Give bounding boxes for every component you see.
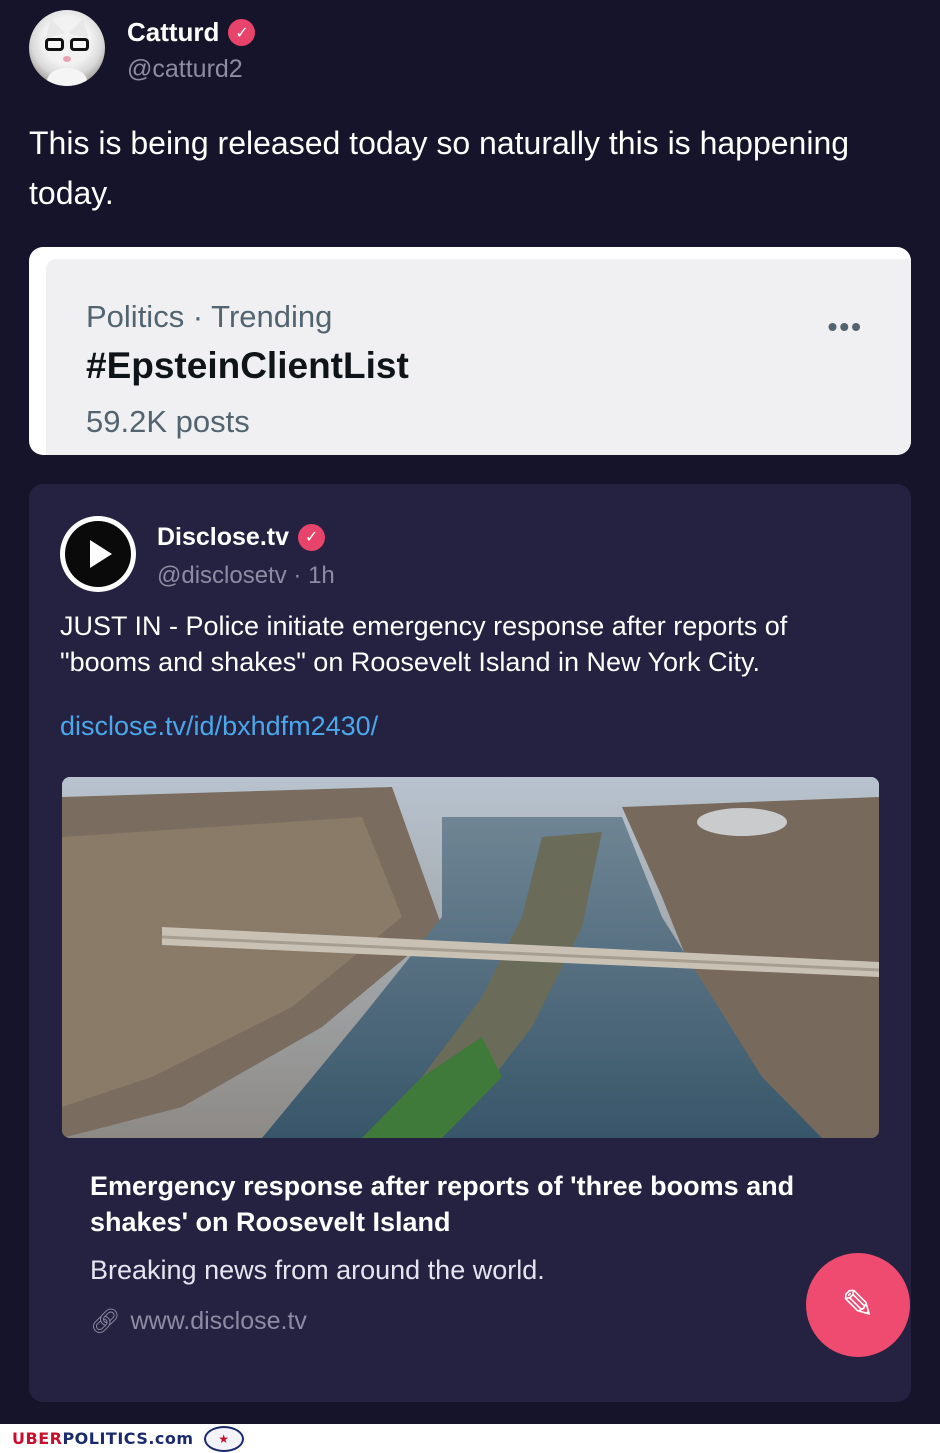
quote-link[interactable]: disclose.tv/id/bxhdfm2430/ bbox=[60, 711, 378, 742]
quote-author-info: Disclose.tv ✓ @disclosetv · 1h bbox=[157, 520, 335, 590]
trend-hashtag[interactable]: #EpsteinClientList bbox=[86, 345, 409, 387]
link-chain-icon: 🔗︎ bbox=[90, 1308, 121, 1335]
watermark-footer: UBERPOLITICS.com ★ bbox=[0, 1424, 940, 1453]
quote-author-avatar[interactable] bbox=[60, 516, 136, 592]
verified-check-icon: ✓ bbox=[298, 523, 326, 551]
link-card-domain[interactable]: 🔗︎ www.disclose.tv bbox=[90, 1307, 307, 1336]
trend-post-count: 59.2K posts bbox=[86, 404, 250, 439]
link-preview-image[interactable] bbox=[62, 777, 879, 1138]
post-author[interactable]: Catturd ✓ @catturd2 bbox=[29, 10, 256, 86]
watermark-logo-icon: ★ bbox=[203, 1425, 244, 1452]
quote-author-handle[interactable]: @disclosetv · 1h bbox=[157, 562, 335, 590]
trending-card[interactable]: Politics · Trending #EpsteinClientList 5… bbox=[29, 247, 911, 455]
more-dots-icon[interactable]: ••• bbox=[828, 311, 863, 343]
watermark-text: UBERPOLITICS.com bbox=[12, 1429, 194, 1448]
author-avatar[interactable] bbox=[29, 10, 105, 86]
link-card-description: Breaking news from around the world. bbox=[90, 1255, 545, 1285]
verified-check-icon: ✓ bbox=[228, 19, 256, 46]
post-text: This is being released today so naturall… bbox=[29, 125, 850, 211]
link-card-title[interactable]: Emergency response after reports of 'thr… bbox=[90, 1168, 850, 1240]
author-handle[interactable]: @catturd2 bbox=[127, 55, 255, 84]
compose-sparkle-pen-icon: ✎ bbox=[841, 1283, 875, 1327]
compose-button[interactable]: ✎ bbox=[806, 1253, 910, 1357]
author-name[interactable]: Catturd bbox=[127, 17, 219, 48]
play-logo-icon bbox=[65, 521, 131, 587]
quoted-post[interactable]: Disclose.tv ✓ @disclosetv · 1h JUST IN -… bbox=[29, 484, 911, 1402]
quote-text: JUST IN - Police initiate emergency resp… bbox=[60, 611, 788, 677]
author-info: Catturd ✓ @catturd2 bbox=[127, 13, 256, 84]
link-domain-text: www.disclose.tv bbox=[130, 1307, 307, 1335]
quote-author-name[interactable]: Disclose.tv bbox=[157, 523, 289, 552]
trend-meta: Politics · Trending bbox=[86, 299, 333, 334]
